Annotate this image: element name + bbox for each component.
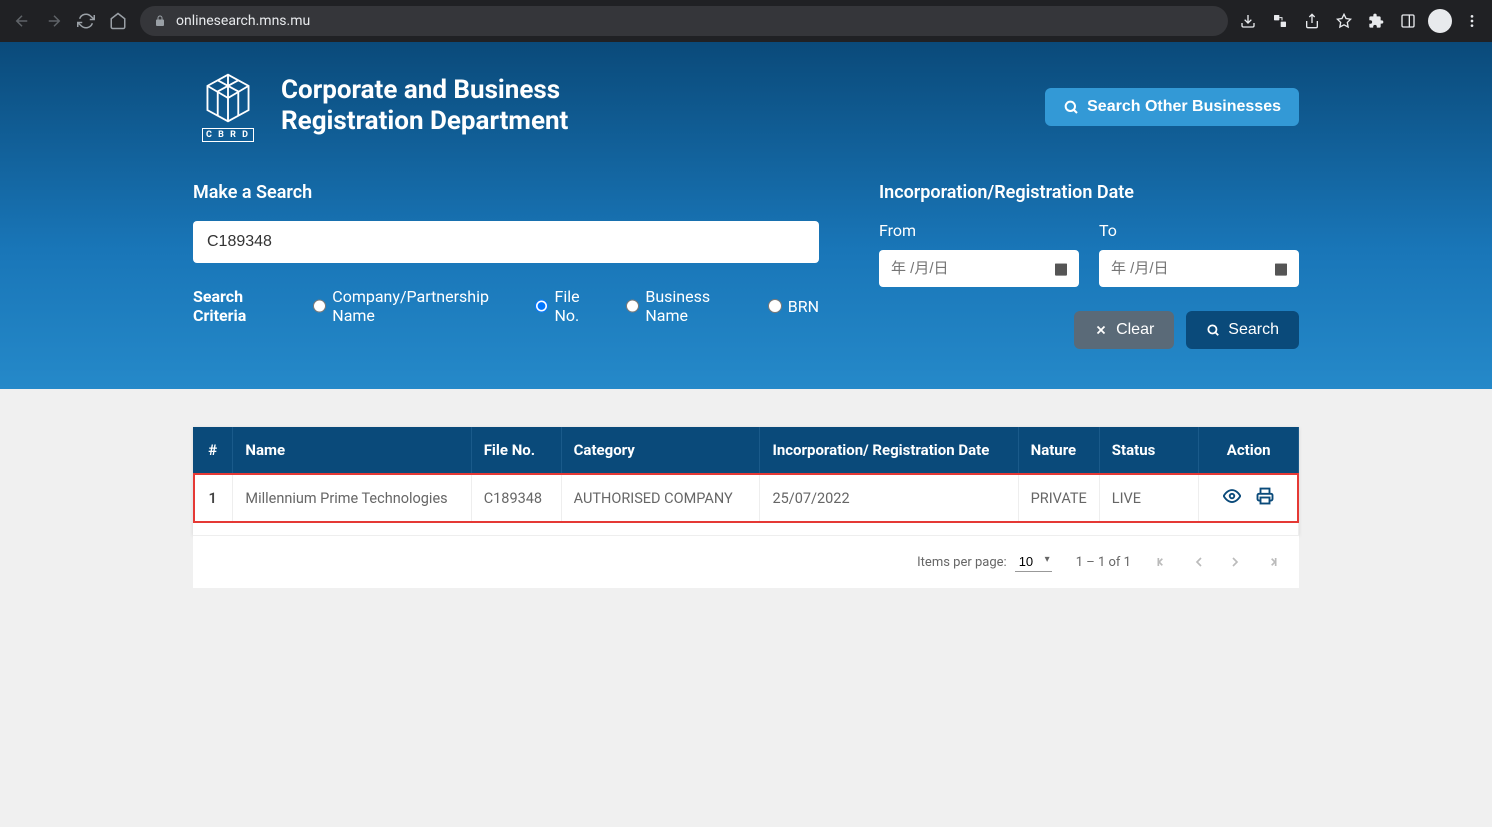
title-line1: Corporate and Business xyxy=(281,75,568,106)
to-label: To xyxy=(1099,221,1299,240)
view-button[interactable] xyxy=(1223,487,1241,505)
logo-label: C B R D xyxy=(202,128,254,142)
paginator-range: 1 – 1 of 1 xyxy=(1076,555,1131,570)
menu-icon[interactable] xyxy=(1460,9,1484,33)
cell-incdate: 25/07/2022 xyxy=(760,473,1018,523)
header-fileno: File No. xyxy=(471,427,561,473)
url-bar[interactable]: onlinesearch.mns.mu xyxy=(140,6,1228,36)
bookmark-icon[interactable] xyxy=(1332,9,1356,33)
header-category: Category xyxy=(561,427,760,473)
results-table: # Name File No. Category Incorporation/ … xyxy=(193,427,1299,535)
close-icon xyxy=(1094,323,1108,337)
criteria-business-radio[interactable] xyxy=(626,299,639,313)
results-section: # Name File No. Category Incorporation/ … xyxy=(181,427,1311,588)
last-page-button[interactable] xyxy=(1263,554,1279,570)
from-date-input[interactable] xyxy=(879,250,1079,287)
cell-nature: PRIVATE xyxy=(1018,473,1099,523)
header-action: Action xyxy=(1199,427,1299,473)
nav-buttons xyxy=(8,7,132,35)
clear-button[interactable]: Clear xyxy=(1074,311,1174,349)
paginator: Items per page: 10 1 – 1 of 1 xyxy=(193,535,1299,588)
cell-num: 1 xyxy=(193,473,233,523)
profile-avatar[interactable] xyxy=(1428,9,1452,33)
criteria-business-name[interactable]: Business Name xyxy=(626,287,741,325)
table-header-row: # Name File No. Category Incorporation/ … xyxy=(193,427,1299,473)
header-nature: Nature xyxy=(1018,427,1099,473)
eye-icon xyxy=(1223,487,1241,505)
browser-right-icons xyxy=(1236,9,1484,33)
cell-action xyxy=(1199,473,1299,523)
header-status: Status xyxy=(1099,427,1199,473)
header-name: Name xyxy=(233,427,471,473)
first-page-icon xyxy=(1155,554,1171,570)
cbrd-logo-icon xyxy=(200,70,256,126)
criteria-brn[interactable]: BRN xyxy=(768,297,819,316)
lock-icon xyxy=(154,15,166,27)
print-button[interactable] xyxy=(1256,487,1274,505)
search-icon xyxy=(1206,323,1220,337)
criteria-fileno-radio[interactable] xyxy=(535,299,548,313)
cell-status: LIVE xyxy=(1099,473,1199,523)
logo-block: C B R D Corporate and Business Registrat… xyxy=(193,70,568,142)
criteria-label: Search Criteria xyxy=(193,287,287,325)
chevron-right-icon xyxy=(1227,554,1243,570)
forward-button[interactable] xyxy=(40,7,68,35)
items-per-page-label: Items per page: xyxy=(917,555,1007,570)
to-date-input[interactable] xyxy=(1099,250,1299,287)
search-button[interactable]: Search xyxy=(1186,311,1299,349)
panel-icon[interactable] xyxy=(1396,9,1420,33)
criteria-company-radio[interactable] xyxy=(313,299,326,313)
search-other-businesses-button[interactable]: Search Other Businesses xyxy=(1045,88,1299,126)
cell-name: Millennium Prime Technologies xyxy=(233,473,471,523)
extensions-icon[interactable] xyxy=(1364,9,1388,33)
criteria-file-no[interactable]: File No. xyxy=(535,287,600,325)
first-page-button[interactable] xyxy=(1155,554,1171,570)
chevron-left-icon xyxy=(1191,554,1207,570)
from-label: From xyxy=(879,221,1079,240)
next-page-button[interactable] xyxy=(1227,554,1243,570)
search-icon xyxy=(1063,99,1079,115)
header-incdate: Incorporation/ Registration Date xyxy=(760,427,1018,473)
download-icon[interactable] xyxy=(1236,9,1260,33)
page-header: C B R D Corporate and Business Registrat… xyxy=(0,42,1492,389)
translate-icon[interactable] xyxy=(1268,9,1292,33)
header-num: # xyxy=(193,427,233,473)
table-row-empty xyxy=(193,523,1299,535)
table-row: 1 Millennium Prime Technologies C189348 … xyxy=(193,473,1299,523)
url-text: onlinesearch.mns.mu xyxy=(176,13,310,29)
home-button[interactable] xyxy=(104,7,132,35)
search-input[interactable] xyxy=(193,221,819,263)
criteria-company-name[interactable]: Company/Partnership Name xyxy=(313,287,509,325)
criteria-brn-radio[interactable] xyxy=(768,299,782,313)
date-section-label: Incorporation/Registration Date xyxy=(879,182,1299,203)
items-per-page-select[interactable]: 10 xyxy=(1015,552,1052,572)
last-page-icon xyxy=(1263,554,1279,570)
cell-fileno: C189348 xyxy=(471,473,561,523)
prev-page-button[interactable] xyxy=(1191,554,1207,570)
back-button[interactable] xyxy=(8,7,36,35)
title-line2: Registration Department xyxy=(281,106,568,137)
browser-chrome: onlinesearch.mns.mu xyxy=(0,0,1492,42)
make-search-label: Make a Search xyxy=(193,182,819,203)
search-other-label: Search Other Businesses xyxy=(1087,98,1281,116)
reload-button[interactable] xyxy=(72,7,100,35)
print-icon xyxy=(1256,487,1274,505)
share-icon[interactable] xyxy=(1300,9,1324,33)
cell-category: AUTHORISED COMPANY xyxy=(561,473,760,523)
